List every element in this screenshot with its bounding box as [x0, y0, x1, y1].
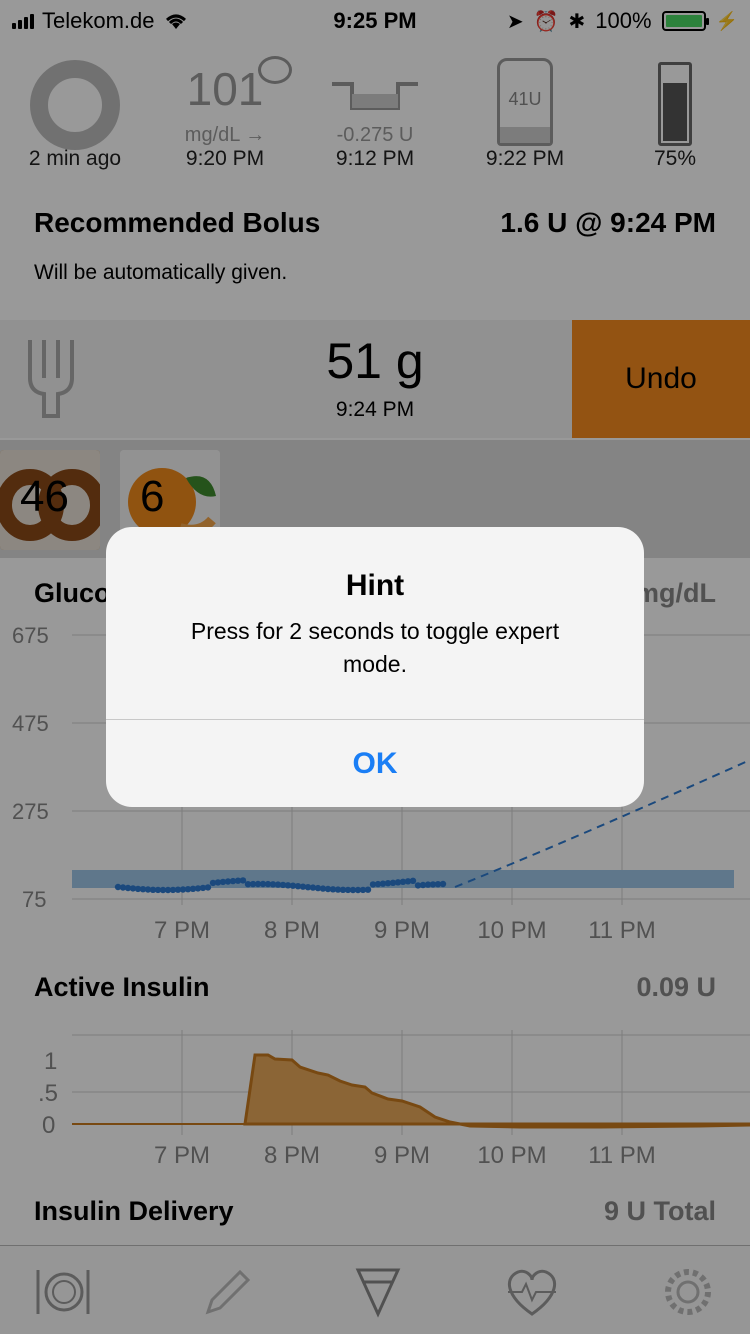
alert-title: Hint	[345, 569, 405, 602]
hint-alert: Hint Press for 2 seconds to toggle exper…	[106, 527, 644, 807]
alert-message: Press for 2 seconds to toggle expert mod…	[190, 618, 560, 677]
ok-button[interactable]: OK	[106, 720, 644, 807]
app-screen: Telekom.de 9:25 PM ➤ ⏰ ✱ 100% ⚡ 2 min ag…	[0, 0, 750, 1334]
